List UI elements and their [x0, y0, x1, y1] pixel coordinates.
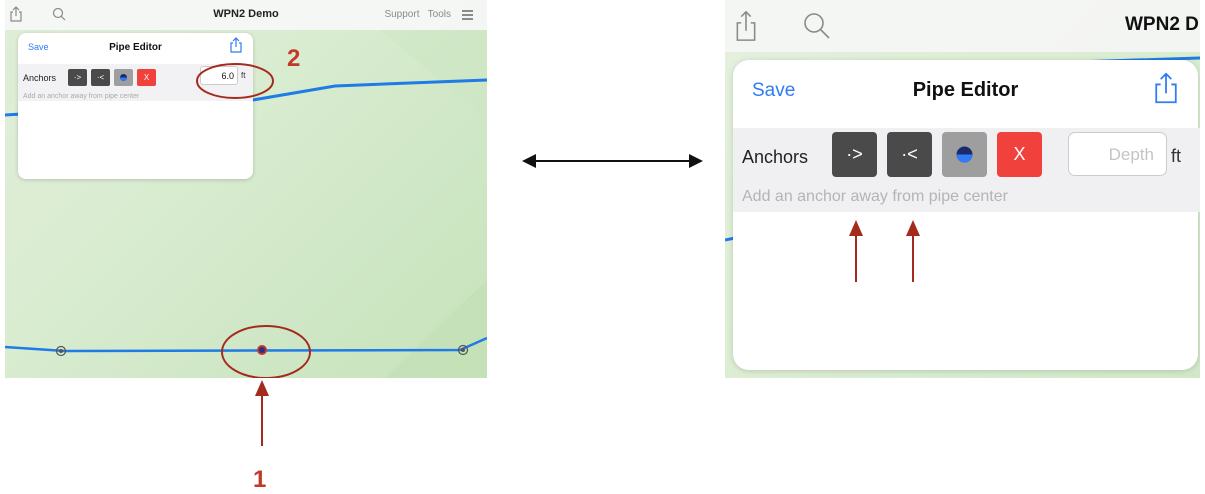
- anchor-back-button[interactable]: ·<: [887, 132, 932, 177]
- annotation-arrow: [255, 380, 269, 446]
- share-icon[interactable]: [735, 10, 757, 42]
- depth-input[interactable]: Depth: [1068, 132, 1167, 176]
- search-icon[interactable]: [803, 12, 831, 40]
- annotation-overlay: [196, 63, 311, 378]
- annotation-ellipse-2: [196, 63, 274, 99]
- annotation-arrow: [849, 220, 863, 282]
- hint-text: Add an anchor away from pipe center: [742, 188, 1008, 205]
- annotation-label-1: 1: [253, 466, 267, 493]
- delete-anchor-button[interactable]: X: [997, 132, 1042, 177]
- anchor-center-button[interactable]: [942, 132, 987, 177]
- annotation-label-2: 2: [287, 45, 301, 72]
- anchor-forward-button[interactable]: ·>: [832, 132, 877, 177]
- app-title: WPN2 D: [1125, 14, 1199, 35]
- panel-title: Pipe Editor: [912, 79, 1019, 101]
- depth-unit: ft: [1171, 146, 1182, 166]
- share-icon[interactable]: [1153, 72, 1179, 104]
- annotation-ellipse-1: [221, 325, 311, 378]
- annotation-arrow: [906, 220, 920, 282]
- double-arrow: [522, 154, 703, 168]
- pipe-editor-panel: Save Pipe Editor Anchors ·> ·< X Depth f…: [733, 60, 1200, 370]
- left-screenshot: WPN2 Demo Support Tools Save Pipe Editor…: [5, 0, 487, 378]
- anchors-label: Anchors: [742, 147, 809, 167]
- right-screenshot: WPN2 D Save Pipe Editor Anchors ·> ·< X …: [725, 0, 1200, 378]
- anchor-dot-icon: [956, 146, 973, 163]
